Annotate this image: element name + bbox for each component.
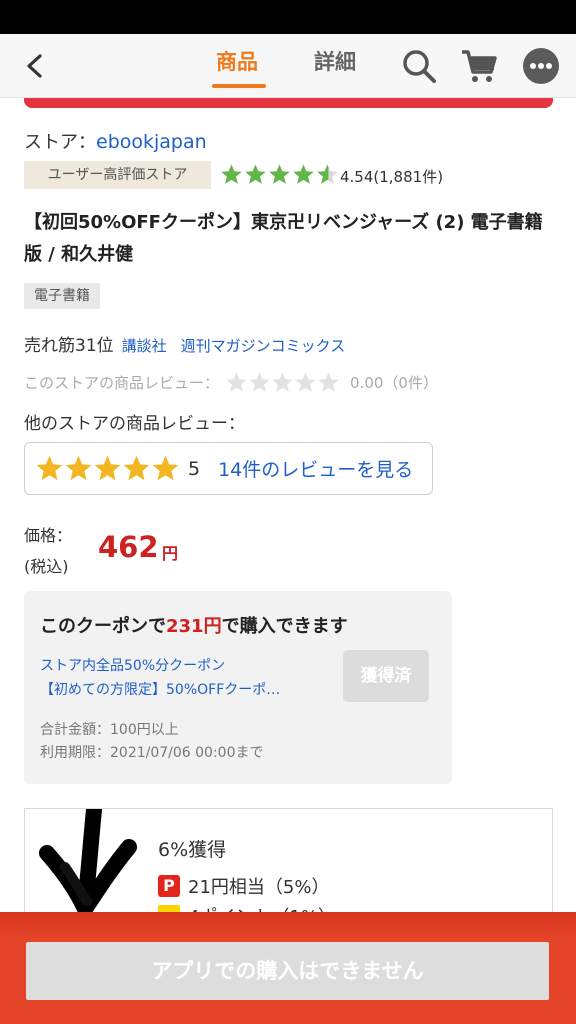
other-store-star-icon	[65, 455, 92, 481]
store-rating-star-icon	[221, 164, 242, 184]
this-store-star-icon	[226, 372, 247, 392]
publisher-link[interactable]: 講談社	[122, 337, 167, 355]
price-unit: 円	[162, 544, 179, 563]
ebook-tag: 電子書籍	[24, 283, 100, 309]
points-percent: 6%獲得	[158, 839, 227, 861]
this-store-review-stars	[225, 371, 340, 394]
more-options-icon[interactable]	[522, 47, 560, 85]
other-store-star-icon	[123, 455, 150, 481]
store-label: ストア：	[24, 132, 96, 153]
coupon-headline: このクーポンで231円で購入できます	[40, 612, 348, 638]
store-line: ストア：ebookjapan	[24, 128, 207, 154]
coupon-head-suffix: で購入できます	[221, 616, 348, 637]
price-label-line2: (税込)	[24, 557, 69, 576]
this-store-star-icon	[295, 372, 316, 392]
drawn-down-arrow	[39, 809, 137, 917]
red-banner-edge	[24, 98, 553, 108]
bottom-bar: アプリでの購入はできません	[0, 912, 576, 1024]
buy-button-disabled[interactable]: アプリでの購入はできません	[26, 942, 549, 1000]
store-rating-star-icon	[245, 164, 266, 184]
store-rating-text[interactable]: 4.54(1,881件)	[340, 166, 443, 187]
paypay-icon: P	[158, 875, 180, 897]
this-store-star-icon	[272, 372, 293, 392]
top-nav: 商品 詳細	[0, 34, 576, 98]
bottom-bar-shade	[0, 912, 576, 940]
rank-line: 売れ筋31位 講談社 週刊マガジンコミックス	[24, 331, 345, 356]
price-label: 価格： (税込)	[24, 520, 72, 582]
other-store-review-score: 5	[188, 457, 201, 480]
store-rating-star-icon	[317, 164, 338, 184]
this-store-review-score: 0.00（0件）	[350, 374, 438, 392]
price-label-line1: 価格：	[24, 526, 73, 545]
paypay-row: P 21円相当（5%）	[158, 873, 329, 899]
coupon-min-amount: 合計金額：100円以上	[40, 722, 179, 738]
coupon-box: このクーポンで231円で購入できます ストア内全品50%分クーポン 【初めての方…	[24, 591, 452, 784]
points-box: 6%獲得 P 21円相当（5%） 4ポイント（1%）	[24, 808, 553, 928]
tab-active-indicator	[212, 84, 266, 88]
coupon-name-store-wide[interactable]: ストア内全品50%分クーポン	[40, 655, 225, 675]
tab-product[interactable]: 商品	[216, 46, 258, 76]
tab-detail[interactable]: 詳細	[314, 46, 356, 76]
sales-rank: 売れ筋31位	[24, 336, 114, 356]
coupon-head-amount: 231円	[166, 616, 222, 637]
series-link[interactable]: 週刊マガジンコミックス	[181, 337, 346, 355]
product-title: 【初回50%OFFクーポン】東京卍リベンジャーズ (2) 電子書籍版 / 和久井…	[24, 212, 543, 265]
other-store-star-icon	[36, 455, 63, 481]
paypay-amount: 21円相当（5%）	[188, 877, 330, 898]
store-rating-star-icon	[293, 164, 314, 184]
other-store-review-stars	[35, 454, 180, 483]
this-store-star-icon	[318, 372, 339, 392]
coupon-head-prefix: このクーポンで	[40, 616, 166, 637]
high-rated-store-badge: ユーザー高評価ストア	[24, 161, 211, 189]
store-link[interactable]: ebookjapan	[96, 131, 207, 153]
cart-icon[interactable]	[460, 47, 498, 85]
price-value: 462	[98, 530, 159, 564]
other-store-star-icon	[94, 455, 121, 481]
other-store-review-box[interactable]: 5 14件のレビューを見る	[24, 442, 433, 495]
this-store-star-icon	[249, 372, 270, 392]
coupon-acquired-button[interactable]: 獲得済	[343, 650, 429, 702]
this-store-review: このストアの商品レビュー： 0.00（0件）	[24, 371, 438, 394]
store-rating-star-icon	[269, 164, 290, 184]
search-icon[interactable]	[400, 47, 438, 85]
store-rating-stars	[220, 163, 339, 187]
status-bar	[0, 0, 576, 34]
coupon-name-first-time[interactable]: 【初めての方限定】50%OFFクーポ…	[40, 679, 320, 699]
other-store-star-icon	[152, 455, 179, 481]
see-reviews-link[interactable]: 14件のレビューを見る	[218, 455, 413, 482]
other-store-review-label: 他のストアの商品レビュー：	[24, 414, 245, 434]
this-store-review-label: このストアの商品レビュー：	[24, 374, 220, 392]
back-arrow-icon[interactable]	[20, 50, 50, 82]
coupon-expiry: 利用期限：2021/07/06 00:00まで	[40, 745, 264, 761]
